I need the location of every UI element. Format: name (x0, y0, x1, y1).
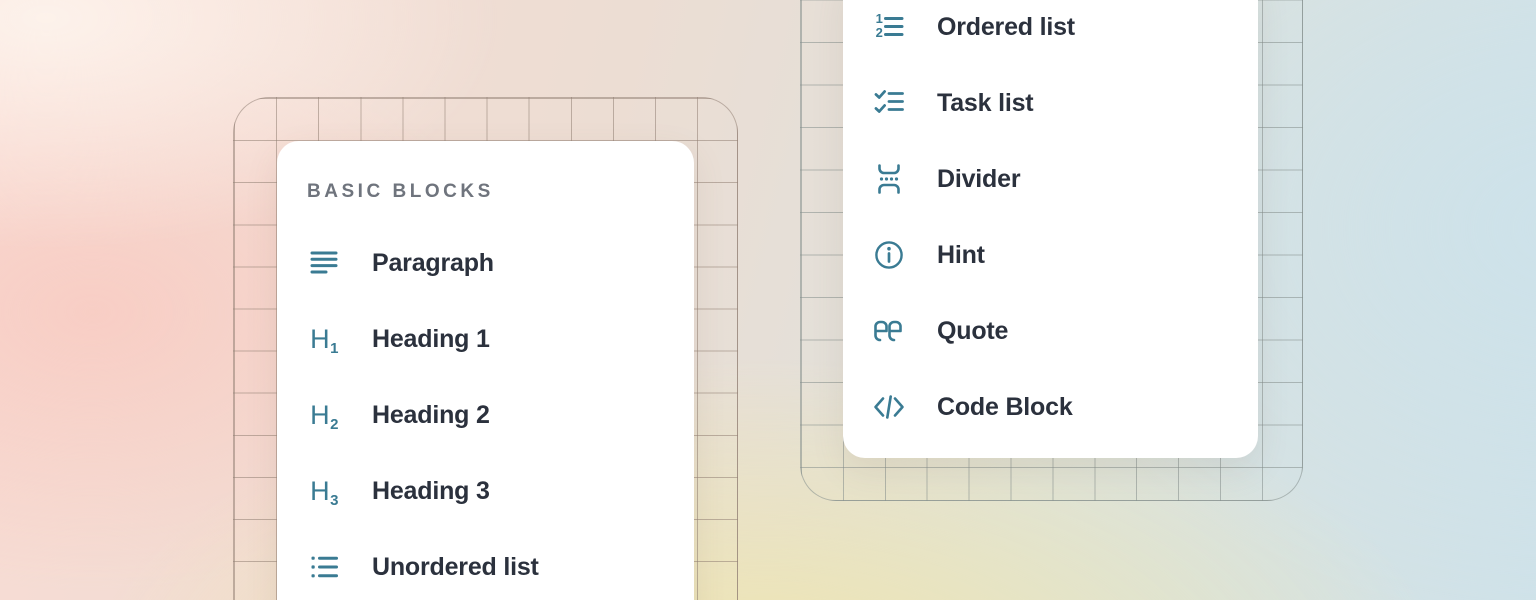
menu-item-heading-1[interactable]: H1 Heading 1 (307, 301, 694, 377)
menu-item-label: Quote (937, 317, 1008, 346)
ordered-list-icon: 1 2 (872, 10, 906, 44)
quote-icon (872, 314, 906, 348)
background-canvas: { "colors": { "icon_accent": "#3A7B93", … (0, 0, 1536, 600)
code-block-icon (872, 390, 906, 424)
basic-blocks-card: BASIC BLOCKS Paragraph H1 Heading 1 H2 H… (277, 141, 694, 600)
svg-text:1: 1 (876, 11, 883, 26)
menu-item-label: Hint (937, 241, 985, 270)
basic-blocks-menu: Paragraph H1 Heading 1 H2 Heading 2 H3 H… (307, 225, 694, 600)
unordered-list-icon (307, 550, 341, 584)
task-list-icon (872, 86, 906, 120)
heading-3-icon: H3 (307, 474, 341, 508)
menu-item-label: Ordered list (937, 13, 1075, 42)
blocks-menu-card: 1 2 Ordered list Task list Divider (843, 0, 1258, 458)
menu-item-heading-2[interactable]: H2 Heading 2 (307, 377, 694, 453)
blocks-menu: 1 2 Ordered list Task list Divider (872, 0, 1258, 445)
heading-1-icon: H1 (307, 322, 341, 356)
svg-text:2: 2 (876, 25, 883, 40)
paragraph-icon (307, 246, 341, 280)
menu-item-label: Heading 2 (372, 401, 490, 430)
menu-item-divider[interactable]: Divider (872, 141, 1258, 217)
menu-item-heading-3[interactable]: H3 Heading 3 (307, 453, 694, 529)
hint-icon (872, 238, 906, 272)
menu-item-quote[interactable]: Quote (872, 293, 1258, 369)
menu-item-paragraph[interactable]: Paragraph (307, 225, 694, 301)
heading-2-icon: H2 (307, 398, 341, 432)
menu-item-label: Unordered list (372, 553, 539, 582)
section-label: BASIC BLOCKS (307, 181, 694, 203)
menu-item-label: Heading 1 (372, 325, 490, 354)
divider-icon (872, 162, 906, 196)
menu-item-task-list[interactable]: Task list (872, 65, 1258, 141)
menu-item-ordered-list[interactable]: 1 2 Ordered list (872, 0, 1258, 65)
menu-item-hint[interactable]: Hint (872, 217, 1258, 293)
menu-item-label: Heading 3 (372, 477, 490, 506)
menu-item-label: Paragraph (372, 249, 494, 278)
menu-item-unordered-list[interactable]: Unordered list (307, 529, 694, 600)
menu-item-code-block[interactable]: Code Block (872, 369, 1258, 445)
menu-item-label: Divider (937, 165, 1020, 194)
menu-item-label: Code Block (937, 393, 1073, 422)
menu-item-label: Task list (937, 89, 1033, 118)
